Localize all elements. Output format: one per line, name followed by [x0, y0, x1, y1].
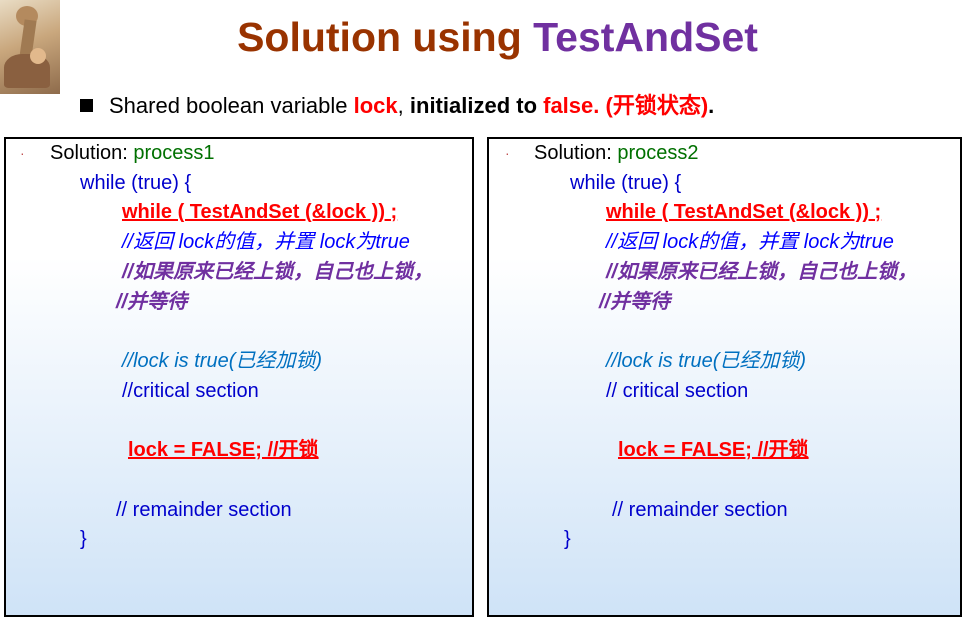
solution-label: Solution: process2 [534, 142, 699, 164]
process1-code-panel: · Solution: process1 while (true) { whil… [4, 137, 474, 617]
critical-section-line: //critical section [122, 380, 259, 402]
critical-section-line: // critical section [606, 380, 749, 402]
comment-lock-true: //lock is true(已经加锁) [606, 350, 807, 372]
process2-code-panel: · Solution: process2 while (true) { whil… [487, 137, 962, 617]
square-bullet-icon [80, 99, 93, 112]
comment-return-lock: //返回 lock的值，并置 lock为true [606, 231, 894, 253]
test-and-set-line: while ( TestAndSet (&lock )) ; [606, 201, 882, 223]
unlock-line: lock = FALSE; //开锁 [618, 439, 809, 461]
comment-lock-true: //lock is true(已经加锁) [122, 350, 323, 372]
solution-label: Solution: process1 [50, 142, 215, 164]
slide-title: Solution using TestAndSet [237, 14, 758, 60]
bullet-dot-icon: · [505, 145, 510, 161]
remainder-section-line: // remainder section [612, 499, 788, 521]
bullet-dot-icon: · [20, 145, 25, 161]
comment-wait: //并等待 [116, 291, 188, 313]
while-true-line: while (true) { [80, 172, 192, 194]
closing-brace: } [564, 528, 571, 550]
comment-if-locked: //如果原来已经上锁，自己也上锁， [606, 261, 918, 283]
closing-brace: } [80, 528, 87, 550]
comment-return-lock: //返回 lock的值，并置 lock为true [122, 231, 410, 253]
comment-if-locked: //如果原来已经上锁，自己也上锁， [122, 261, 434, 283]
unlock-line: lock = FALSE; //开锁 [128, 439, 319, 461]
test-and-set-line: while ( TestAndSet (&lock )) ; [122, 201, 398, 223]
comment-wait: //并等待 [599, 291, 671, 313]
while-true-line: while (true) { [570, 172, 682, 194]
bullet-shared-variable: Shared boolean variable lock, initialize… [80, 88, 714, 120]
remainder-section-line: // remainder section [116, 499, 292, 521]
